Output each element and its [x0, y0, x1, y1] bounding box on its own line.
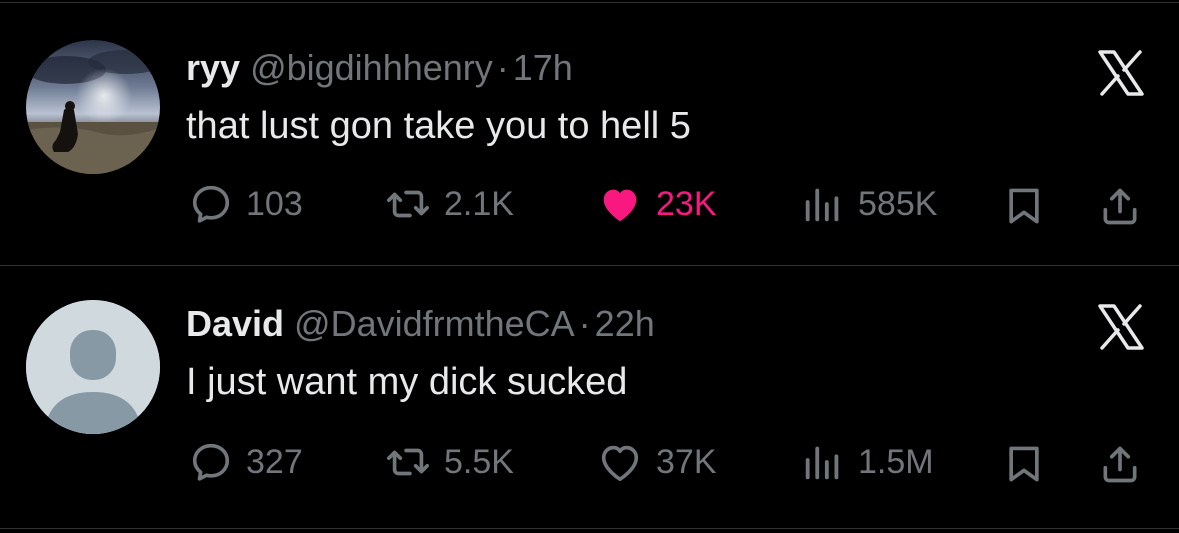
tweet-text: I just want my dick sucked — [186, 361, 628, 403]
default-avatar-icon — [26, 300, 160, 434]
reply-icon — [192, 443, 230, 481]
reply-button[interactable]: 327 — [188, 434, 303, 490]
bookmark-button[interactable] — [1002, 442, 1046, 491]
display-name[interactable]: David — [186, 303, 284, 344]
avatar[interactable] — [26, 300, 160, 434]
separator-dot: · — [578, 303, 591, 344]
reply-button[interactable]: 103 — [188, 176, 303, 232]
tweet-header: David @DavidfrmtheCA · 22h — [186, 304, 655, 344]
user-handle[interactable]: @DavidfrmtheCA — [294, 303, 575, 344]
heart-icon — [603, 189, 637, 222]
views-button[interactable]: 1.5M — [800, 434, 934, 490]
share-button[interactable] — [1098, 184, 1142, 233]
share-button[interactable] — [1098, 442, 1142, 491]
bookmark-icon — [1009, 188, 1039, 224]
tweet-card[interactable]: ryy @bigdihhhenry · 17h that lust gon take … — [0, 4, 1179, 266]
like-count: 23K — [656, 184, 717, 223]
action-bar: 103 2.1K 23K 585K — [0, 176, 1179, 232]
like-count: 37K — [656, 442, 717, 481]
retweet-button[interactable]: 2.1K — [384, 176, 514, 232]
reply-icon — [192, 185, 230, 223]
retweet-count: 2.1K — [444, 184, 514, 223]
share-icon — [1103, 446, 1137, 483]
divider-bottom — [0, 528, 1179, 529]
views-icon — [805, 446, 839, 480]
display-name[interactable]: ryy — [186, 47, 240, 88]
retweet-button[interactable]: 5.5K — [384, 434, 514, 490]
share-icon — [1103, 188, 1137, 225]
timestamp[interactable]: 22h — [595, 303, 655, 344]
views-count: 1.5M — [858, 442, 934, 481]
reply-count: 327 — [246, 442, 303, 481]
tweet-header: ryy @bigdihhhenry · 17h — [186, 48, 573, 88]
heart-icon — [601, 445, 639, 482]
timestamp[interactable]: 17h — [513, 47, 573, 88]
tweet-text: that lust gon take you to hell 5 — [186, 105, 691, 147]
divider-top — [0, 2, 1179, 3]
x-logo-icon[interactable] — [1096, 302, 1146, 352]
views-count: 585K — [858, 184, 938, 223]
like-button[interactable]: 37K — [596, 434, 717, 490]
views-icon — [805, 188, 839, 222]
reply-count: 103 — [246, 184, 303, 223]
bookmark-icon — [1009, 446, 1039, 482]
retweet-icon — [387, 190, 429, 218]
user-handle[interactable]: @bigdihhhenry — [250, 47, 493, 88]
tweet-card[interactable]: David @DavidfrmtheCA · 22h I just want my d… — [0, 266, 1179, 528]
action-bar: 327 5.5K 37K 1.5M — [0, 434, 1179, 490]
photo-avatar-image — [26, 40, 160, 174]
avatar[interactable] — [26, 40, 160, 174]
x-logo-icon[interactable] — [1096, 48, 1146, 98]
separator-dot: · — [496, 47, 509, 88]
views-button[interactable]: 585K — [800, 176, 937, 232]
retweet-icon — [387, 448, 429, 476]
bookmark-button[interactable] — [1002, 184, 1046, 233]
like-button[interactable]: 23K — [596, 176, 717, 232]
retweet-count: 5.5K — [444, 442, 514, 481]
